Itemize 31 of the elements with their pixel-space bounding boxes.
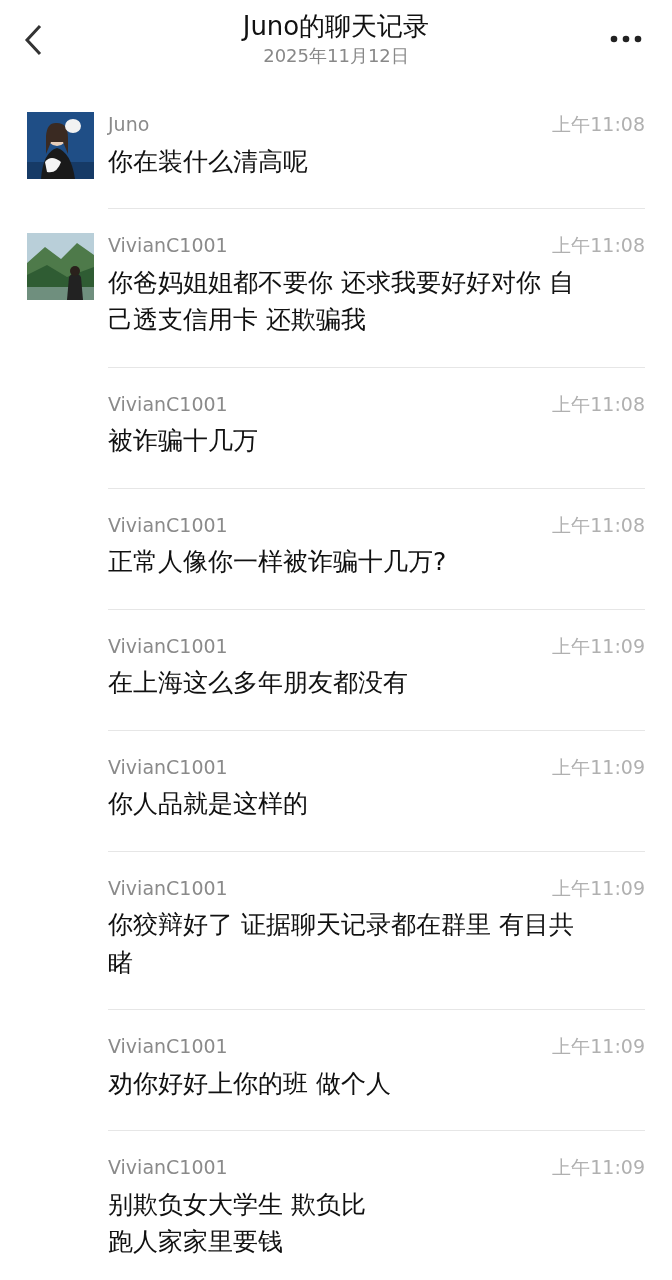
message-text: 在上海这么多年朋友都没有 xyxy=(108,667,409,699)
sender-name: VivianC1001 xyxy=(108,1155,228,1180)
chat-title: Juno的聊天记录 xyxy=(242,10,430,43)
message-text: 正常人像你一样被诈骗十几万? xyxy=(108,546,448,578)
more-icon xyxy=(610,33,642,44)
sender-name: VivianC1001 xyxy=(108,1034,228,1059)
message-text: 你爸妈姐姐都不要你 还求我要好好对你 自 己透支信用卡 还欺骗我 xyxy=(108,266,575,336)
message-time: 上午11:09 xyxy=(552,875,645,901)
sender-name: VivianC1001 xyxy=(108,875,228,901)
sender-name: VivianC1001 xyxy=(108,391,228,417)
message-time: 上午11:09 xyxy=(552,754,645,780)
sender-name: VivianC1001 xyxy=(108,754,228,780)
message-text: 别欺负女大学生 欺负比 跑人家家里要钱 xyxy=(108,1188,367,1258)
message-time: 上午11:08 xyxy=(552,512,645,538)
message-time: 上午11:08 xyxy=(552,391,645,417)
message-time: 上午11:09 xyxy=(552,1155,645,1180)
sender-name: Juno xyxy=(108,112,150,137)
sender-name: VivianC1001 xyxy=(108,512,228,538)
chat-date: 2025年11月12日 xyxy=(263,44,409,69)
message-time: 上午11:09 xyxy=(552,1034,645,1059)
message-text: 你狡辩好了 证据聊天记录都在群里 有目共 睹 xyxy=(108,909,575,979)
sender-name: VivianC1001 xyxy=(108,233,228,258)
message-text: 被诈骗十几万 xyxy=(108,425,259,457)
message-time: 上午11:08 xyxy=(552,233,645,258)
sender-name: VivianC1001 xyxy=(108,633,228,659)
message-time: 上午11:08 xyxy=(552,112,645,137)
message-time: 上午11:09 xyxy=(552,633,645,659)
message-text: 劝你好好上你的班 做个人 xyxy=(108,1067,392,1100)
message-text: 你在装什么清高呢 xyxy=(108,145,309,178)
back-icon xyxy=(22,22,44,58)
message-text: 你人品就是这样的 xyxy=(108,788,309,820)
